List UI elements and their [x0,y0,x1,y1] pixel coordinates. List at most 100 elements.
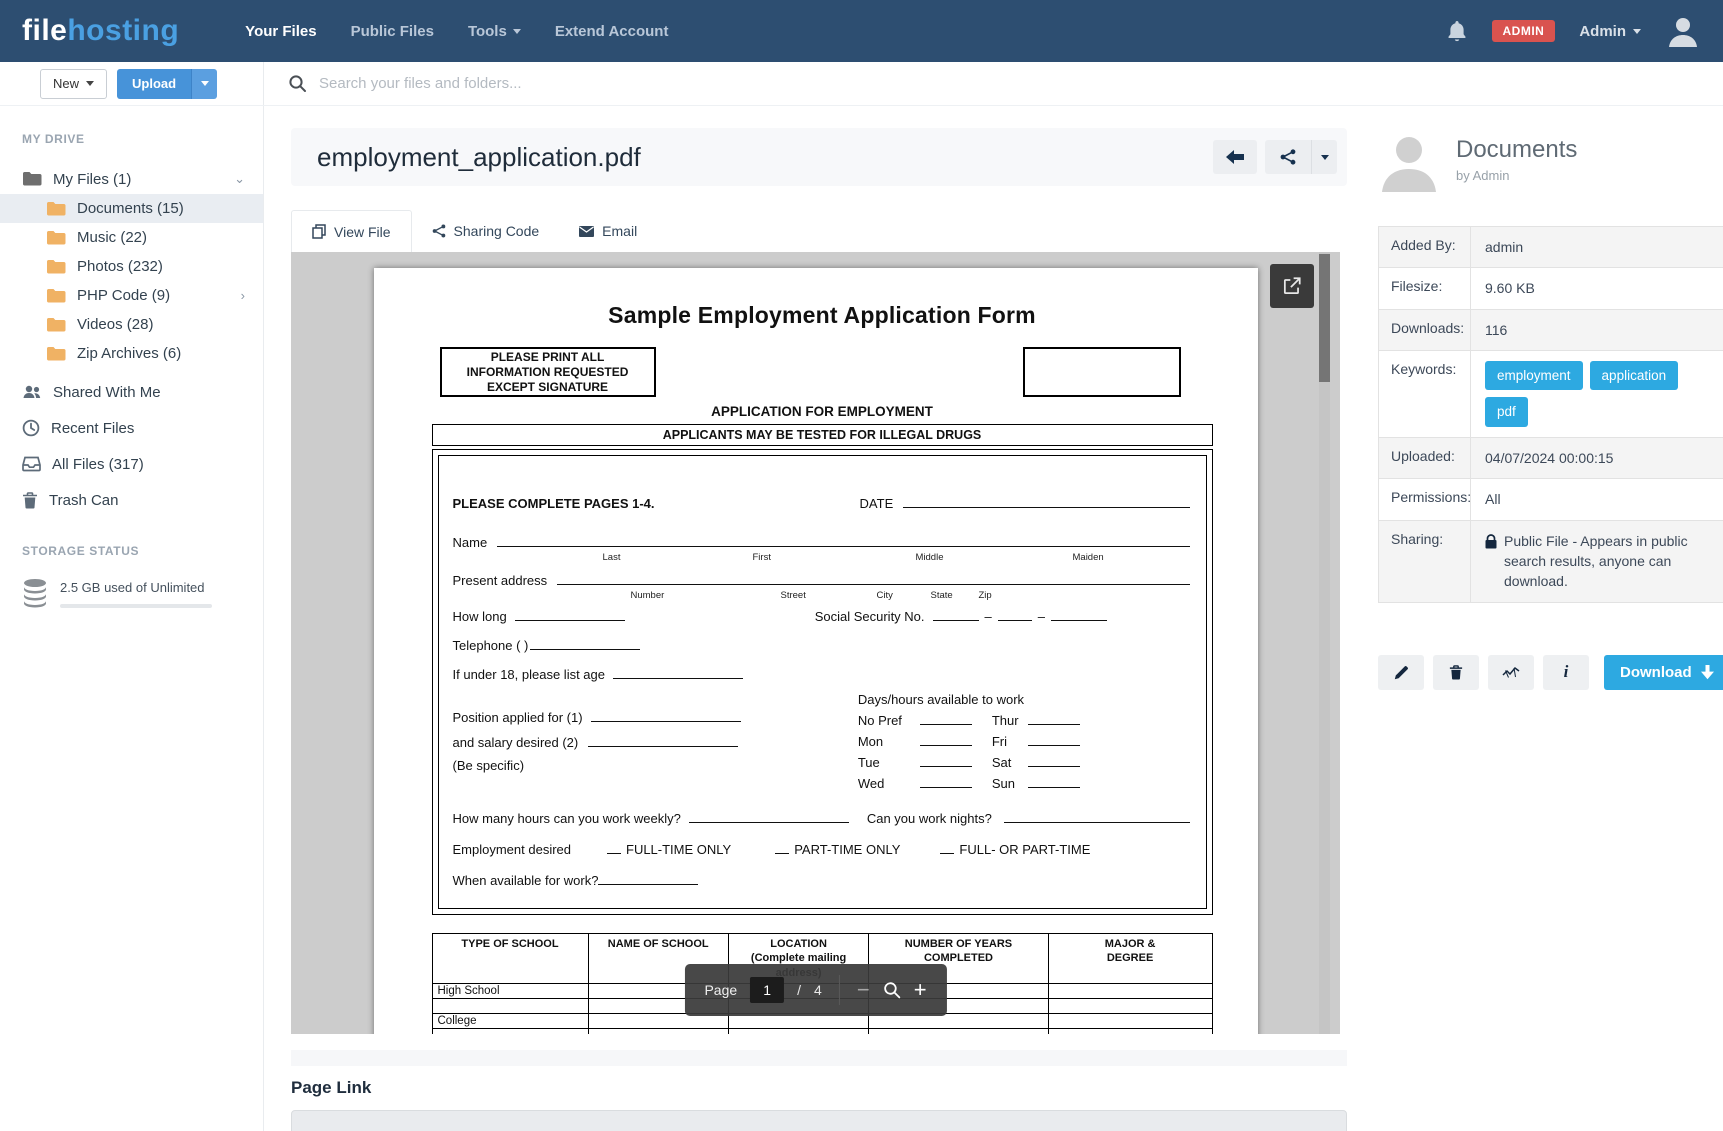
pdf-day-label: Mon [858,734,914,749]
app-logo[interactable]: filehosting [22,14,179,48]
sidebar-item-label: Photos (232) [77,258,163,275]
pdf-day-label: Thur [992,713,1022,728]
zoom-in-button[interactable]: + [914,979,927,1001]
sidebar-item-label: My Files (1) [53,171,131,188]
sidebar-item-label: Videos (28) [77,316,153,333]
detail-label: Sharing: [1379,521,1471,602]
sidebar-item-label: PHP Code (9) [77,287,170,304]
edu-row-label: High School [432,983,588,998]
file-view-main: employment_application.pdf [264,106,1354,1131]
share-icon [432,224,446,238]
pdf-sublabel: Number [631,590,665,601]
sidebar-item-label: All Files (317) [52,456,144,473]
pdf-ssn-label: Social Security No. [815,609,925,624]
trash-icon [22,492,38,509]
sidebar-item-trash-can[interactable]: Trash Can [0,482,263,518]
sidebar-item-all-files[interactable]: All Files (317) [0,446,263,482]
pdf-sublabel: City [877,590,893,601]
pdf-ssn-dash: – [985,609,992,624]
database-icon [22,578,48,608]
share-dropdown-button[interactable] [1311,140,1337,174]
pdf-telephone-label: Telephone ( ) [453,638,529,653]
nav-tools[interactable]: Tools [468,23,521,40]
sidebar-item-recent-files[interactable]: Recent Files [0,410,263,446]
sidebar-folder-photos[interactable]: Photos (232) [0,252,263,281]
edu-row-label [432,998,588,1013]
upload-dropdown-toggle[interactable] [191,69,217,99]
info-icon: i [1564,662,1569,682]
viewer-scrollbar[interactable] [1319,252,1330,1034]
nav-your-files[interactable]: Your Files [245,23,316,40]
keyword-chip[interactable]: pdf [1485,397,1528,427]
keyword-chip[interactable]: application [1590,361,1679,391]
sidebar-folder-music[interactable]: Music (22) [0,223,263,252]
detail-row-filesize: Filesize: 9.60 KB [1379,268,1723,309]
delete-button[interactable] [1433,655,1479,690]
file-details-table: Added By: admin Filesize: 9.60 KB Downlo… [1378,226,1723,603]
admin-badge[interactable]: ADMIN [1492,20,1556,42]
edu-row [432,1028,1212,1034]
sidebar-folder-php-code[interactable]: PHP Code (9) › [0,281,263,310]
page-link-input[interactable] [291,1110,1347,1131]
logo-hosting: hosting [67,14,179,47]
magnifier-icon [883,981,901,999]
folder-subtitle: by Admin [1456,168,1577,183]
open-fullscreen-button[interactable] [1270,264,1314,308]
file-tabs: View File Sharing Code Email [291,210,1354,252]
file-action-buttons: i Download [1378,655,1723,690]
zoom-magnifier-button[interactable] [883,981,901,999]
upload-button-label[interactable]: Upload [117,69,191,99]
share-icon [1280,149,1296,165]
back-button[interactable] [1213,140,1257,174]
new-button[interactable]: New [40,69,107,99]
new-button-label: New [53,76,79,91]
chevron-down-icon[interactable]: ⌄ [234,171,245,187]
sidebar-item-label: Documents (15) [77,200,184,217]
chevron-down-icon [201,81,209,86]
download-button[interactable]: Download [1604,655,1723,690]
pdf-day-label: No Pref [858,713,914,728]
sidebar-folder-documents[interactable]: Documents (15) [0,194,263,223]
nav-public-files[interactable]: Public Files [351,23,434,40]
nav-extend-account[interactable]: Extend Account [555,23,669,40]
viewer-scrollbar-thumb[interactable] [1319,254,1330,382]
edu-header: MAJOR & DEGREE [1048,934,1212,984]
folder-title: Documents [1456,136,1577,164]
pdf-complete-pages: PLEASE COMPLETE PAGES 1-4. [453,496,655,511]
search-input[interactable] [319,75,919,92]
detail-label: Added By: [1379,227,1471,267]
share-button[interactable] [1265,140,1311,174]
inbox-tray-icon [22,456,41,472]
open-in-new-icon [1281,275,1303,297]
zoom-out-button[interactable]: − [857,979,870,1001]
chevron-right-icon[interactable]: › [241,288,245,303]
sidebar-folder-videos[interactable]: Videos (28) [0,310,263,339]
notifications-bell-icon[interactable] [1446,19,1468,43]
info-button[interactable]: i [1543,655,1589,690]
user-menu[interactable]: Admin [1579,23,1641,40]
top-navbar: filehosting Your Files Public Files Tool… [0,0,1723,62]
pdf-subtitle: APPLICATION FOR EMPLOYMENT [432,404,1213,419]
tab-sharing-code[interactable]: Sharing Code [412,210,560,252]
section-divider [291,1050,1347,1066]
detail-row-permissions: Permissions: All [1379,479,1723,520]
upload-split-button[interactable]: Upload [117,69,217,99]
chevron-down-icon [1633,29,1641,34]
pdf-viewer: Sample Employment Application Form PLEAS… [291,252,1340,1034]
pdf-sublabel: First [753,552,771,563]
statistics-button[interactable] [1488,655,1534,690]
avatar[interactable] [1665,13,1701,49]
sidebar-folder-zip-archives[interactable]: Zip Archives (6) [0,339,263,368]
sharing-text: Public File - Appears in public search r… [1504,531,1719,592]
folder-icon [46,317,66,333]
pdf-under18-label: If under 18, please list age [453,667,606,682]
tab-view-file[interactable]: View File [291,210,412,252]
sidebar-item-shared-with-me[interactable]: Shared With Me [0,374,263,410]
tab-email[interactable]: Email [559,210,657,252]
pdf-position-line2: and salary desired (2) [453,735,579,750]
keyword-chip[interactable]: employment [1485,361,1583,391]
sidebar-item-my-files[interactable]: My Files (1) ⌄ [0,164,263,194]
edit-button[interactable] [1378,655,1424,690]
pdf-page-input[interactable] [750,977,784,1003]
detail-label: Permissions: [1379,479,1471,519]
